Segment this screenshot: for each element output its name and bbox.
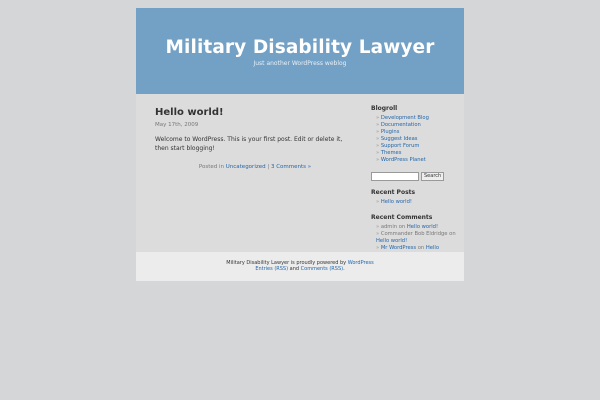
page-container: Military Disability Lawyer Just another … [136, 8, 464, 281]
list-item: Plugins [376, 129, 456, 136]
list-item: WordPress Planet [376, 157, 456, 164]
recent-posts-section: Recent Posts Hello world! [371, 189, 456, 206]
comment-author-link[interactable]: Mr WordPress [381, 245, 416, 251]
post-title[interactable]: Hello world! [155, 107, 355, 119]
comment-post-link[interactable]: Hello world! [407, 224, 438, 230]
footer-wordpress-link[interactable]: WordPress [348, 260, 374, 266]
blogroll-link-documentation[interactable]: Documentation [381, 122, 421, 128]
footer-period: . [343, 265, 345, 272]
blogroll-link-themes[interactable]: Themes [381, 150, 402, 156]
post-body: Welcome to WordPress. This is your first… [155, 136, 343, 152]
recent-posts-list: Hello world! [371, 199, 456, 206]
site-header: Military Disability Lawyer Just another … [136, 8, 464, 94]
comment-on: on [417, 245, 425, 251]
blogroll-link-suggest-ideas[interactable]: Suggest Ideas [381, 136, 418, 142]
list-item: Documentation [376, 122, 456, 129]
comments-rss-link[interactable]: Comments (RSS) [301, 266, 343, 272]
comment-on: on [449, 231, 456, 237]
footer-and-text: and [289, 265, 300, 272]
search-button[interactable]: Search [421, 172, 445, 181]
recent-post-link[interactable]: Hello world! [381, 199, 412, 205]
blogroll-link-wordpress-planet[interactable]: WordPress Planet [381, 157, 426, 163]
list-item: Hello world! [376, 199, 456, 206]
post-meta: Posted in Uncategorized | 3 Comments » [155, 163, 355, 171]
comment-author: admin [380, 224, 398, 230]
meta-separator: | [267, 164, 270, 170]
main-content: Hello world! May 17th, 2009 Welcome to W… [155, 107, 355, 171]
blog-title[interactable]: Military Disability Lawyer [136, 37, 464, 59]
list-item: Commander Bob Eldridge on Hello world! [376, 231, 456, 245]
search-form: Search [371, 172, 456, 181]
blogroll-link-support-forum[interactable]: Support Forum [381, 143, 420, 149]
comment-post-link[interactable]: Hello world! [376, 238, 407, 244]
posted-in-label: Posted in [198, 164, 224, 170]
comment-on: on [398, 224, 406, 230]
list-item: Suggest Ideas [376, 136, 456, 143]
category-link[interactable]: Uncategorized [226, 164, 266, 170]
recent-posts-heading: Recent Posts [371, 189, 416, 196]
blog-description: Just another WordPress weblog [253, 60, 347, 67]
blogroll-heading: Blogroll [371, 105, 398, 112]
comments-link[interactable]: 3 Comments » [271, 164, 311, 170]
list-item: Themes [376, 150, 456, 157]
entries-rss-link[interactable]: Entries (RSS) [255, 266, 288, 272]
site-footer: Military Disability Lawyer is proudly po… [136, 252, 464, 281]
search-input[interactable] [371, 172, 419, 181]
list-item: Support Forum [376, 143, 456, 150]
footer-rss-line: Entries (RSS) and Comments (RSS). [136, 265, 464, 273]
comment-author: Commander Bob Eldridge [380, 231, 448, 237]
post-date: May 17th, 2009 [155, 122, 199, 128]
blogroll-link-development-blog[interactable]: Development Blog [381, 115, 429, 121]
recent-comments-heading: Recent Comments [371, 214, 433, 221]
blogroll-list: Development Blog Documentation Plugins S… [371, 115, 456, 164]
sidebar: Blogroll Development Blog Documentation … [371, 105, 456, 259]
blogroll-link-plugins[interactable]: Plugins [381, 129, 400, 135]
list-item: Development Blog [376, 115, 456, 122]
list-item: admin on Hello world! [376, 224, 456, 231]
